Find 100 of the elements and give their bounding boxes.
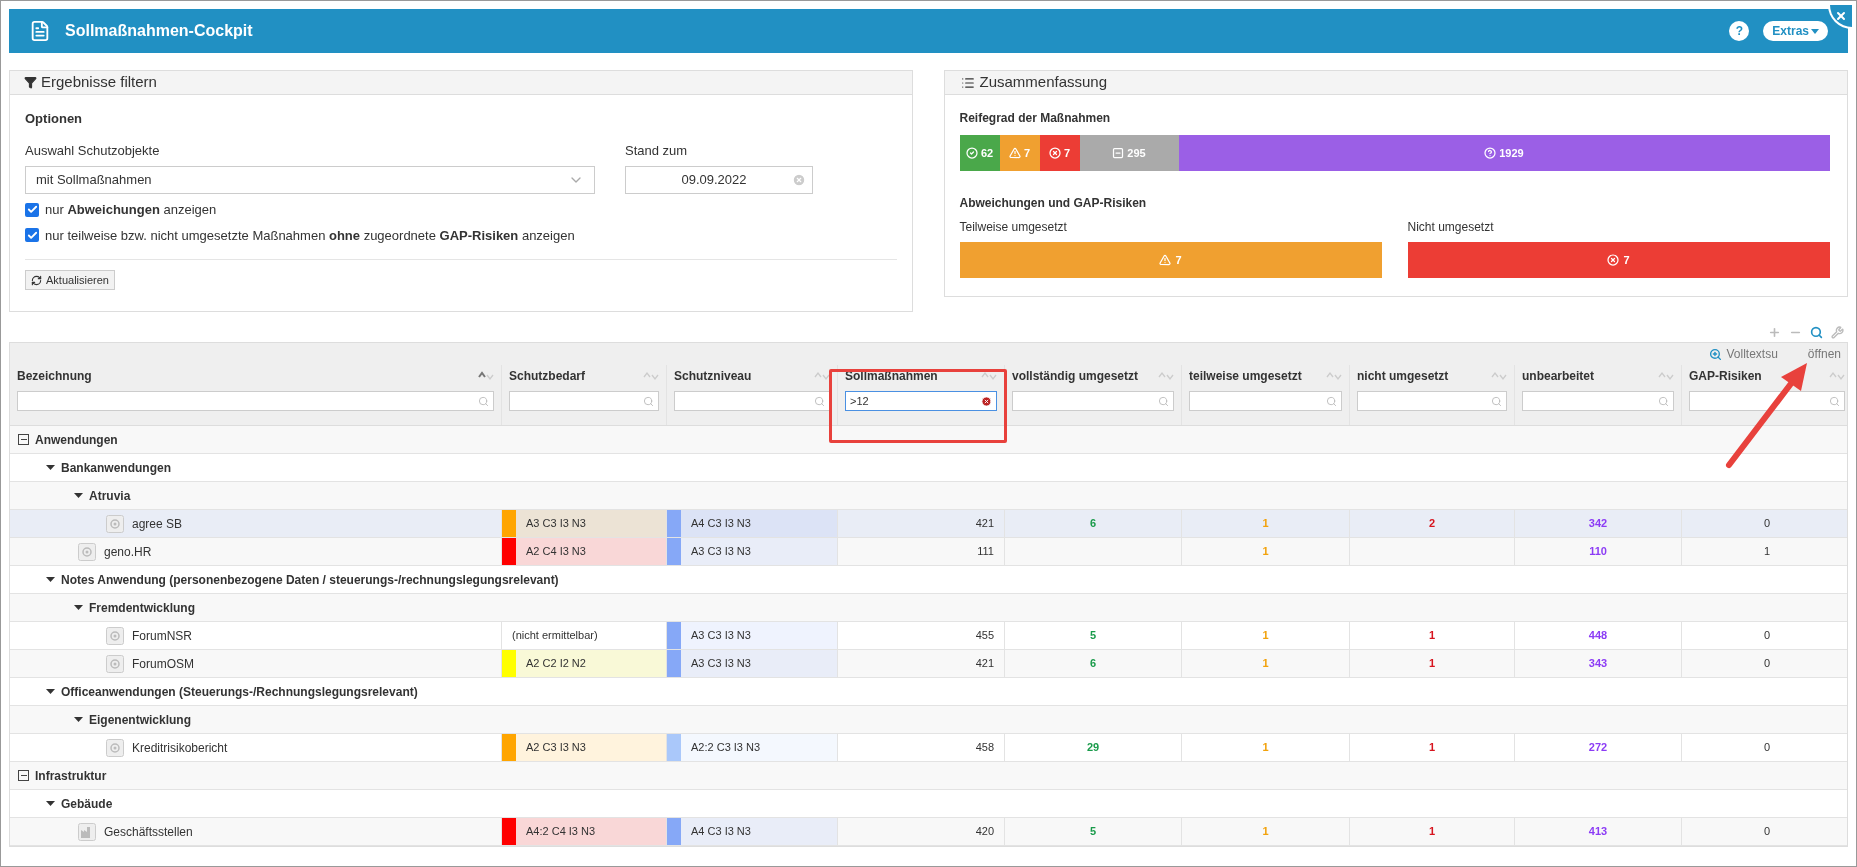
column-header[interactable]: Schutzniveau — [674, 367, 752, 385]
table-cell-text: 110 — [1589, 544, 1607, 560]
table-cell-text: 1 — [1428, 656, 1436, 672]
field-label: Stand zum — [625, 141, 689, 160]
question-circle-icon — [1484, 147, 1497, 159]
table-cell: A3 C3 I3 N3 — [681, 622, 837, 649]
table-cell: A4 C3 I3 N3 — [681, 818, 837, 845]
tree-group-label[interactable]: Fremdentwicklung — [89, 598, 195, 617]
gap-label: Nicht umgesetzt — [1407, 219, 1495, 236]
search-icon[interactable] — [1810, 325, 1823, 339]
tree-group-label[interactable]: Gebäude — [61, 794, 113, 813]
collapse-icon[interactable] — [18, 434, 29, 445]
date-field[interactable]: 09.09.2022 — [625, 166, 813, 194]
table-cell-text: 6 — [1089, 656, 1097, 672]
column-filter-field[interactable] — [1522, 391, 1674, 411]
warning-icon — [1008, 147, 1021, 159]
caret-icon[interactable] — [74, 603, 83, 612]
column-header[interactable]: Bezeichnung — [17, 367, 92, 385]
search-icon — [1326, 395, 1337, 407]
column-header[interactable]: GAP-Risiken — [1689, 367, 1762, 385]
column-header[interactable]: teilweise umgesetzt — [1189, 367, 1302, 385]
table-cell-text: 448 — [1588, 628, 1608, 644]
zoom-in-icon — [1709, 347, 1723, 361]
table-cell-text: 458 — [975, 740, 994, 756]
table-cell-text: 455 — [975, 628, 994, 644]
tree-group-label[interactable]: Notes Anwendung (personenbezogene Daten / steuerungs-/rechnungslegungsrelevant) — [61, 570, 559, 589]
search-icon — [1829, 395, 1840, 407]
select-field[interactable]: mit Sollmaßnahmen — [25, 166, 595, 194]
object-icon — [78, 542, 96, 561]
column-filter-field[interactable] — [1689, 391, 1845, 411]
column-filter-field[interactable] — [17, 391, 494, 411]
table-cell: A3 C3 I3 N3 — [681, 538, 837, 565]
extras-button[interactable]: Extras — [1763, 21, 1828, 41]
table-row[interactable]: Geschäftsstellen A4:2 C4 I3 N3 A4 C3 I3 N3 420 5 1 1 413 0 — [10, 818, 1847, 846]
maturity-segment: 1929 — [1178, 135, 1830, 171]
table-cell-text: 421 — [975, 656, 994, 672]
tree-group-label[interactable]: Officeanwendungen (Steuerungs-/Rechnungslegungsrelevant) — [61, 682, 418, 701]
caret-icon[interactable] — [46, 463, 55, 472]
tree-group-label[interactable]: Atruvia — [89, 486, 131, 505]
plus-icon[interactable] — [1768, 325, 1781, 339]
x-circle-icon — [1607, 254, 1620, 266]
column-header[interactable]: vollständig umgesetzt — [1012, 367, 1139, 385]
search-icon — [643, 395, 654, 407]
caret-icon[interactable] — [74, 715, 83, 724]
building-icon — [78, 822, 96, 841]
column-header[interactable]: Sollmaßnahmen — [845, 367, 938, 385]
sort-icon[interactable] — [981, 371, 997, 381]
column-filter-field[interactable]: >12 — [845, 391, 997, 411]
gap-bar: 7 — [1407, 242, 1830, 278]
column-filter-field[interactable] — [509, 391, 659, 411]
caret-icon[interactable] — [74, 491, 83, 500]
column-filter-field[interactable] — [1189, 391, 1342, 411]
tree-group-label[interactable]: Bankanwendungen — [61, 458, 171, 477]
document-icon — [29, 20, 51, 42]
collapse-icon[interactable] — [18, 770, 29, 781]
table-row[interactable]: agree SB A3 C3 I3 N3 A4 C3 I3 N3 421 6 1 2 342 0 — [10, 510, 1847, 538]
section-title: Reifegrad der Maßnahmen — [959, 110, 1112, 127]
check-circle-icon — [965, 147, 978, 159]
clear-icon[interactable] — [981, 395, 992, 407]
column-filter-field[interactable] — [1357, 391, 1507, 411]
table-cell-text: 29 — [1086, 740, 1100, 756]
object-name: ForumNSR — [132, 627, 192, 645]
help-button[interactable]: ? — [1729, 21, 1750, 41]
table-cell-text: 6 — [1089, 516, 1097, 532]
tree-group-label[interactable]: Eigenentwicklung — [89, 710, 191, 729]
table-cell-text: 272 — [1588, 740, 1608, 756]
checkbox[interactable] — [25, 202, 39, 217]
table-cell-text: 343 — [1588, 656, 1608, 672]
table-cell-text: 1 — [1262, 740, 1269, 756]
caret-icon — [1811, 28, 1819, 34]
close-icon — [1835, 10, 1847, 22]
caret-icon[interactable] — [46, 575, 55, 584]
close-button[interactable] — [1828, 5, 1852, 29]
table-row[interactable]: ForumOSM A2 C2 I2 N2 A3 C3 I3 N3 421 6 1 1 343 0 — [10, 650, 1847, 678]
column-filter-field[interactable] — [1012, 391, 1174, 411]
column-header[interactable]: nicht umgesetzt — [1357, 367, 1449, 385]
refresh-icon — [31, 274, 42, 286]
window-title: Sollmaßnahmen-Cockpit — [65, 21, 253, 41]
table-cell-text: 0 — [1763, 628, 1771, 644]
sort-icon[interactable] — [814, 371, 830, 381]
table-cell: A3 C3 I3 N3 — [681, 650, 837, 677]
caret-icon[interactable] — [46, 687, 55, 696]
table-row[interactable]: geno.HR A2 C4 I3 N3 A3 C3 I3 N3 111 1 110 1 — [10, 538, 1847, 566]
column-filter-field[interactable] — [674, 391, 830, 411]
checkbox[interactable] — [25, 228, 39, 243]
column-header[interactable]: Schutzbedarf — [509, 367, 585, 385]
fulltext-search-link[interactable]: Volltextsu öffnen — [1709, 345, 1841, 363]
caret-icon[interactable] — [46, 799, 55, 808]
column-header[interactable]: unbearbeitet — [1522, 367, 1594, 385]
tree-group-label[interactable]: Anwendungen — [35, 430, 118, 449]
table-cell: A2 C2 I2 N2 — [516, 650, 666, 677]
x-circle-icon — [1048, 147, 1061, 159]
sort-icon[interactable] — [478, 371, 494, 381]
tree-group-label[interactable]: Infrastruktur — [35, 766, 107, 785]
warning-icon — [1159, 254, 1172, 266]
table-row[interactable]: ForumNSR (nicht ermittelbar) A3 C3 I3 N3 455 5 1 1 448 0 — [10, 622, 1847, 650]
table-row[interactable]: Kreditrisikobericht A2 C3 I3 N3 A2:2 C3 I3 N3 458 29 1 1 272 0 — [10, 734, 1847, 762]
refresh-button[interactable]: Aktualisieren — [25, 270, 115, 290]
wrench-icon[interactable] — [1831, 325, 1844, 339]
maturity-segment: 7 — [999, 135, 1040, 171]
